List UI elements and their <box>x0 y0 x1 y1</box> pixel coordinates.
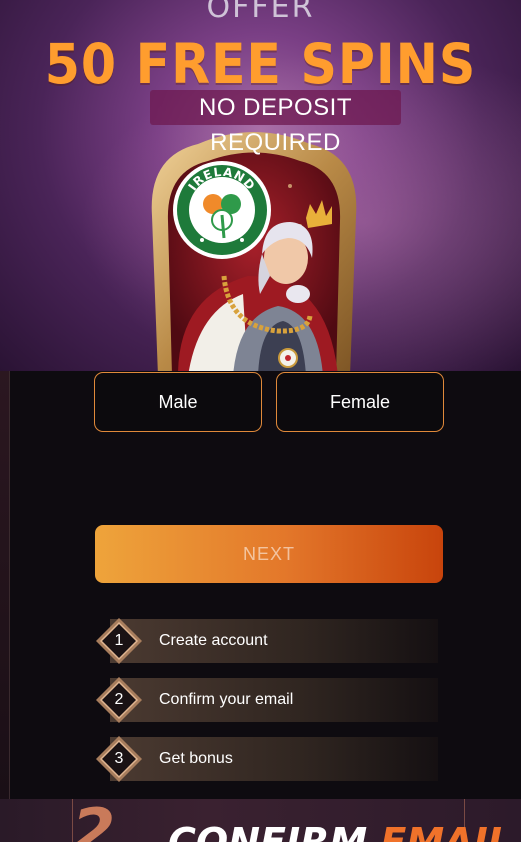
step-item-1: 1 Create account <box>96 618 438 664</box>
banner-title-part2: EMAIL <box>380 820 512 842</box>
left-side-panel <box>0 371 10 799</box>
diamond-number-icon: 3 <box>94 734 144 784</box>
step-label: Get bonus <box>159 750 233 767</box>
step-number: 3 <box>114 750 124 767</box>
headline: 50 FREE SPINS <box>44 32 477 96</box>
hero-banner: IRELAND OFFER 50 FREE SPINS NO DEPOSIT R… <box>0 0 521 371</box>
diamond-number-icon: 1 <box>94 616 144 666</box>
banner-step-number: 2 <box>72 799 116 842</box>
confirm-email-banner: 2 CONFIRM EMAIL <box>0 799 521 842</box>
banner-title-part1: CONFIRM <box>168 820 368 842</box>
subhead-badge: NO DEPOSIT REQUIRED <box>150 90 401 156</box>
step-item-3: 3 Get bonus <box>96 736 438 782</box>
gender-male-button[interactable]: Male <box>94 372 262 432</box>
step-label: Confirm your email <box>159 691 294 708</box>
step-item-2: 2 Confirm your email <box>96 677 438 723</box>
right-side-panel <box>516 371 521 799</box>
step-number: 1 <box>114 632 124 649</box>
gender-female-button[interactable]: Female <box>276 372 444 432</box>
offer-label: OFFER <box>206 0 315 25</box>
ireland-badge-icon: IRELAND <box>173 161 271 259</box>
banner-title: CONFIRM EMAIL <box>168 823 512 842</box>
step-label: Create account <box>159 632 268 649</box>
next-button[interactable]: NEXT <box>95 525 443 583</box>
step-number: 2 <box>114 691 124 708</box>
diamond-number-icon: 2 <box>94 675 144 725</box>
